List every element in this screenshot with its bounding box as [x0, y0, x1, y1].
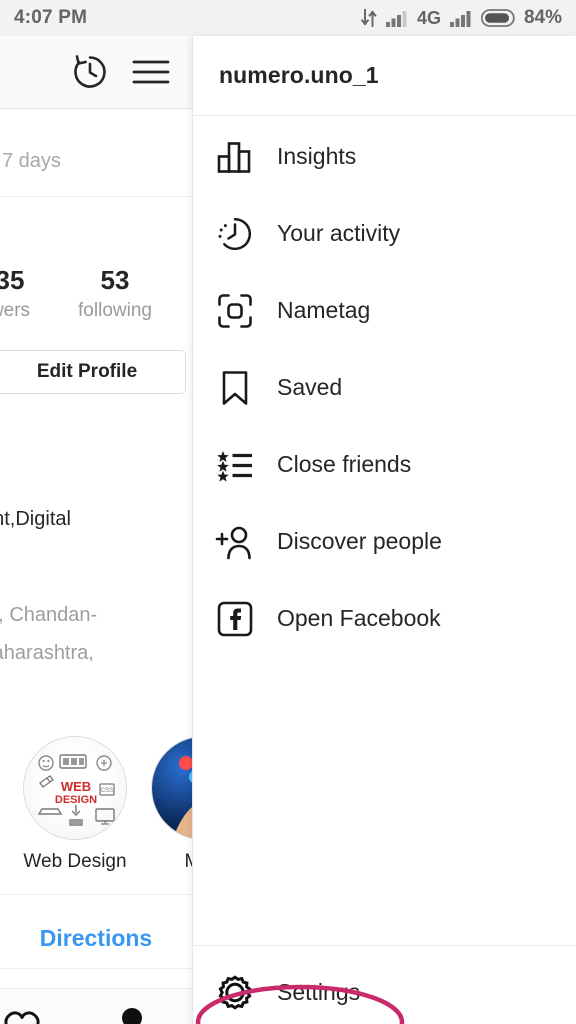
signal-bars-icon — [385, 11, 407, 27]
menu-username: numero.uno_1 — [219, 62, 379, 88]
star-list-icon — [215, 445, 255, 485]
account-menu-sheet: numero.uno_1 Insights Your activity Name… — [192, 36, 576, 1024]
heart-icon — [4, 1010, 40, 1024]
menu-item-label: Open Facebook — [277, 605, 441, 631]
menu-item-label: Discover people — [277, 528, 442, 554]
app-screen: 4:07 PM 4G 84% 7 days 35 ers 53 followin… — [0, 0, 576, 1024]
nav-item-profile[interactable] — [106, 1005, 158, 1024]
menu-item-label: Saved — [277, 374, 343, 400]
stat-followers[interactable]: 35 wers — [0, 264, 36, 326]
battery-percent-label: 84% — [523, 7, 562, 28]
menu-item-discover-people[interactable]: Discover people — [193, 503, 576, 580]
directions-button[interactable]: Directions — [0, 908, 192, 968]
stat-following[interactable]: 53 following — [60, 264, 170, 326]
highlight-thumbnail — [151, 736, 192, 840]
menu-item-label: Your activity — [277, 220, 401, 246]
web-design-infographic-icon: WEB DESIGN CSS — [24, 737, 126, 839]
hamburger-menu-icon[interactable] — [132, 57, 170, 87]
divider — [0, 894, 192, 895]
profile-page-background: 7 days 35 wers 53 following Edit Profile… — [0, 36, 192, 1024]
status-bar: 4:07 PM 4G 84% — [0, 0, 576, 36]
highlight-label: Web Design — [23, 851, 127, 872]
profile-person-icon — [122, 1007, 142, 1024]
stat-value: 35 — [0, 265, 25, 295]
svg-text:CSS: CSS — [101, 788, 113, 794]
status-time: 4:07 PM — [14, 7, 88, 28]
nav-item-activity[interactable] — [0, 1006, 48, 1024]
story-highlights: WEB DESIGN CSS Web Design — [22, 736, 192, 873]
insights-bar-chart-icon — [215, 137, 255, 177]
svg-text:WEB: WEB — [61, 779, 91, 794]
insights-days-label: 7 days — [2, 149, 61, 172]
person-add-icon — [215, 522, 255, 562]
divider — [193, 115, 576, 116]
menu-item-your-activity[interactable]: Your activity — [193, 195, 576, 272]
battery-icon — [480, 9, 515, 27]
menu-item-settings[interactable]: Settings — [193, 961, 576, 1024]
edit-profile-button[interactable]: Edit Profile — [0, 350, 186, 394]
status-indicators: 4G 84% — [360, 7, 562, 29]
divider — [193, 945, 576, 946]
bottom-navigation-bar — [0, 988, 192, 1024]
divider — [0, 968, 192, 969]
menu-item-label: Nametag — [277, 297, 371, 323]
stat-value: 53 — [100, 265, 130, 295]
profile-top-bar — [0, 36, 192, 109]
address-line: Maharashtra, — [0, 642, 94, 664]
stat-label: following — [78, 300, 152, 321]
menu-item-saved[interactable]: Saved — [193, 349, 576, 426]
menu-item-label: Insights — [277, 143, 357, 169]
menu-item-label: Settings — [277, 979, 361, 1005]
gear-icon — [215, 973, 255, 1013]
menu-item-label: Close friends — [277, 451, 412, 477]
menu-item-open-facebook[interactable]: Open Facebook — [193, 580, 576, 657]
highlight-label: Mob — [185, 851, 192, 873]
menu-item-nametag[interactable]: Nametag — [193, 272, 576, 349]
signal-bars-icon — [449, 11, 471, 27]
network-type-label: 4G — [416, 7, 441, 28]
menu-item-list: Insights Your activity Nametag Saved Clo… — [193, 118, 576, 657]
highlight-web-design[interactable]: WEB DESIGN CSS Web Design — [22, 736, 128, 873]
history-clock-icon[interactable] — [70, 52, 110, 92]
profile-stats: 35 wers 53 following — [0, 264, 192, 326]
nametag-scan-icon — [215, 291, 255, 331]
highlight-thumbnail: WEB DESIGN CSS — [23, 736, 127, 840]
clock-activity-icon — [215, 214, 255, 254]
stat-label: wers — [0, 300, 31, 321]
menu-item-close-friends[interactable]: Close friends — [193, 426, 576, 503]
facebook-icon — [215, 599, 255, 639]
menu-item-insights[interactable]: Insights — [193, 118, 576, 195]
data-transfer-icon — [360, 9, 377, 27]
highlight-mobile[interactable]: Mob — [150, 736, 192, 873]
svg-text:DESIGN: DESIGN — [55, 794, 97, 806]
divider — [0, 196, 192, 197]
address-line: ad, Chandan- — [0, 604, 98, 626]
mobile-phone-photo-icon — [152, 737, 192, 839]
bookmark-icon — [215, 368, 255, 408]
profile-address: ad, Chandan- Maharashtra, — [0, 596, 192, 672]
profile-bio: ent,Digital — [0, 508, 71, 530]
